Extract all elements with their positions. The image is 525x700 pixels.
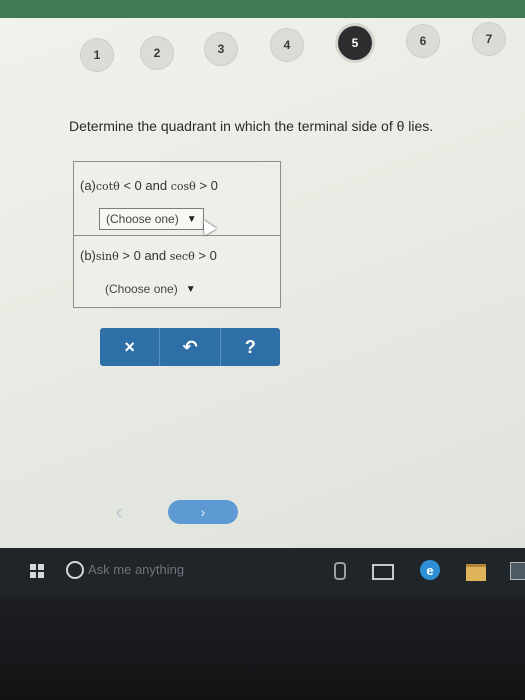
answer-panel: (a)cotθ < 0 and cosθ > 0 (Choose one) ▼ … (73, 161, 281, 308)
part-b-select[interactable]: (Choose one) ▼ (99, 279, 202, 299)
store-icon[interactable] (510, 562, 525, 580)
microphone-icon[interactable] (334, 562, 346, 580)
part-b-func2: secθ (169, 250, 195, 263)
part-a-func2: cosθ (170, 180, 196, 193)
part-a-op1: < 0 (123, 178, 142, 193)
browser-viewport: 1 2 3 4 5 6 7 Determine the quadrant in … (0, 0, 525, 548)
part-b-func1: sinθ (95, 250, 119, 263)
step-7[interactable]: 7 (472, 22, 506, 56)
part-b-label: (b)sinθ > 0 and secθ > 0 (80, 248, 217, 263)
chevron-down-icon: ▼ (185, 283, 196, 295)
part-a-op2: > 0 (199, 178, 218, 193)
chevron-down-icon: ▼ (186, 213, 197, 225)
help-button[interactable]: ? (221, 328, 280, 366)
answer-toolbar: × ↶ ? (100, 328, 280, 366)
question-step-nav: 1 2 3 4 5 6 7 (0, 22, 525, 72)
file-explorer-icon[interactable] (466, 564, 486, 581)
part-a-label: (a)cotθ < 0 and cosθ > 0 (80, 178, 218, 193)
part-b-op2: > 0 (198, 248, 217, 263)
step-4[interactable]: 4 (270, 28, 304, 62)
part-a-tag: (a) (80, 178, 96, 193)
part-b-conj: and (144, 248, 167, 263)
top-bar (0, 0, 525, 18)
question-text: Determine the quadrant in which the term… (69, 118, 434, 134)
taskbar-search-box[interactable]: Ask me anything (88, 562, 184, 577)
edge-browser-icon[interactable]: e (420, 560, 440, 580)
part-b-tag: (b) (80, 248, 96, 263)
clear-button[interactable]: × (100, 328, 161, 366)
part-a-select-value: (Choose one) (106, 212, 179, 226)
next-button[interactable]: › (168, 500, 238, 524)
step-6[interactable]: 6 (406, 24, 440, 58)
cortana-search-icon[interactable] (66, 561, 84, 579)
windows-taskbar: Ask me anything e (0, 548, 525, 596)
monitor-bezel (0, 596, 525, 700)
part-a-conj: and (145, 178, 168, 193)
part-b-op1: > 0 (122, 248, 141, 263)
panel-divider (74, 235, 280, 236)
undo-button[interactable]: ↶ (160, 328, 221, 366)
step-1[interactable]: 1 (80, 38, 114, 72)
task-view-icon[interactable] (372, 564, 394, 580)
part-b-select-value: (Choose one) (105, 282, 178, 296)
step-3[interactable]: 3 (204, 32, 238, 66)
step-2[interactable]: 2 (140, 36, 174, 70)
part-a-select[interactable]: (Choose one) ▼ (99, 208, 204, 230)
part-a-func1: cotθ (95, 180, 120, 193)
step-5-active[interactable]: 5 (338, 26, 372, 60)
windows-start-icon[interactable] (30, 564, 44, 578)
previous-button[interactable]: ‹ (104, 497, 134, 527)
